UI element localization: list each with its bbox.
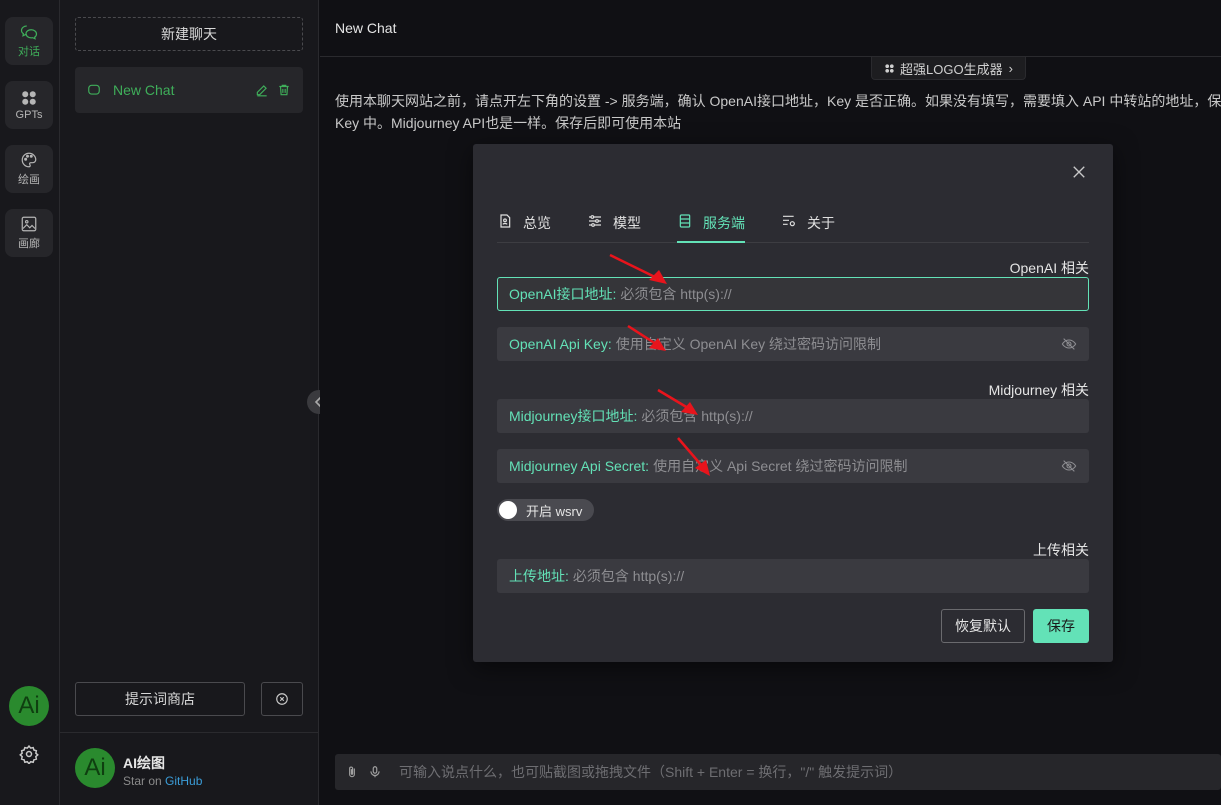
github-link[interactable]: GitHub <box>165 774 202 788</box>
eye-off-icon[interactable] <box>1061 336 1077 352</box>
close-icon[interactable] <box>1070 163 1088 181</box>
upload-url-input[interactable] <box>572 568 1077 584</box>
prompt-store-button[interactable]: 提示词商店 <box>75 682 245 716</box>
field-label: 上传地址: <box>509 568 569 584</box>
grid-icon <box>22 91 36 105</box>
tab-label: 模型 <box>613 215 641 231</box>
midjourney-section-title: Midjourney 相关 <box>988 382 1089 398</box>
grid-icon <box>885 63 894 73</box>
reset-default-button[interactable]: 恢复默认 <box>941 609 1025 643</box>
field-label: Midjourney接口地址: <box>509 408 638 424</box>
attachment-icon[interactable] <box>345 765 359 779</box>
image-icon <box>21 216 37 232</box>
user-avatar[interactable]: Ai <box>75 748 115 788</box>
tab-overview[interactable]: 总览 <box>497 210 551 243</box>
settings-tabs: 总览 模型 服务端 关于 <box>497 210 1089 243</box>
field-label: Midjourney Api Secret: <box>509 458 650 474</box>
sidebar: 新建聊天 New Chat 提示词商店 Ai AI绘图 Star on GitH… <box>60 0 351 805</box>
chat-title: New Chat <box>113 82 175 98</box>
close-circle-icon <box>276 693 288 705</box>
openai-url-input[interactable] <box>620 286 1077 302</box>
tab-about[interactable]: 关于 <box>781 210 835 243</box>
chat-input-bar <box>335 754 1221 790</box>
file-icon <box>500 214 511 228</box>
eye-off-icon[interactable] <box>1061 458 1077 474</box>
palette-icon <box>21 152 37 168</box>
notice-line: 使用本聊天网站之前，请点开左下角的设置 -> 服务端，确认 OpenAI接口地址… <box>335 93 1221 109</box>
wsrv-toggle-label: 开启 wsrv <box>526 503 583 519</box>
rail-item-label: 绘画 <box>18 174 40 186</box>
openai-key-field: OpenAI Api Key: <box>497 327 1089 361</box>
chat-bubble-icon <box>88 84 100 95</box>
openai-key-input[interactable] <box>615 336 1061 352</box>
left-rail: 对话 GPTs 绘画 画廊 Ai <box>0 0 60 805</box>
rail-item-gpts[interactable]: GPTs <box>5 81 53 129</box>
openai-url-field: OpenAI接口地址: <box>497 277 1089 311</box>
chat-input[interactable] <box>399 764 1221 780</box>
sliders-icon <box>589 215 601 227</box>
trash-icon[interactable] <box>277 83 291 97</box>
settings-modal: 总览 模型 服务端 关于 OpenAI 相关 OpenAI接口地址: OpenA… <box>473 144 1113 662</box>
page-title: New Chat <box>335 20 397 36</box>
chat-header: New Chat <box>320 0 1221 57</box>
tab-server[interactable]: 服务端 <box>677 210 745 243</box>
user-subtitle-prefix: Star on <box>123 774 162 788</box>
info-list-icon <box>783 215 795 227</box>
midjourney-secret-input[interactable] <box>653 458 1061 474</box>
notice-text: 使用本聊天网站之前，请点开左下角的设置 -> 服务端，确认 OpenAI接口地址… <box>335 90 1221 134</box>
midjourney-url-field: Midjourney接口地址: <box>497 399 1089 433</box>
rail-item-chat[interactable]: 对话 <box>5 17 53 65</box>
field-label: OpenAI Api Key: <box>509 336 612 352</box>
chat-icon <box>20 25 38 40</box>
server-icon <box>679 214 691 228</box>
toggle-knob <box>499 501 517 519</box>
rail-item-draw[interactable]: 绘画 <box>5 145 53 193</box>
rail-item-label: 对话 <box>18 46 40 58</box>
chevron-right-icon: › <box>1008 60 1013 76</box>
rail-item-label: 画廊 <box>18 238 40 250</box>
microphone-icon[interactable] <box>368 765 382 779</box>
edit-icon[interactable] <box>255 83 269 97</box>
tab-model[interactable]: 模型 <box>587 210 641 243</box>
user-subtitle: Star on GitHub <box>123 774 202 788</box>
upload-url-field: 上传地址: <box>497 559 1089 593</box>
notice-line: Key 中。Midjourney API也是一样。保存后即可使用本站 <box>335 115 682 131</box>
rail-item-label: GPTs <box>15 109 43 121</box>
tab-label: 服务端 <box>703 215 745 231</box>
user-name: AI绘图 <box>123 755 165 771</box>
openai-section-title: OpenAI 相关 <box>1009 260 1089 276</box>
field-label: OpenAI接口地址: <box>509 286 617 302</box>
divider <box>60 732 319 733</box>
tab-label: 总览 <box>523 215 551 231</box>
rail-item-gallery[interactable]: 画廊 <box>5 209 53 257</box>
new-chat-button[interactable]: 新建聊天 <box>75 17 303 51</box>
avatar[interactable]: Ai <box>9 686 49 726</box>
gear-icon[interactable] <box>19 744 39 764</box>
upload-section-title: 上传相关 <box>1033 542 1089 558</box>
tab-label: 关于 <box>807 215 835 231</box>
logo-generator-link[interactable]: 超强LOGO生成器 › <box>871 57 1026 80</box>
wsrv-toggle[interactable]: 开启 wsrv <box>497 499 595 521</box>
midjourney-url-input[interactable] <box>641 408 1077 424</box>
midjourney-secret-field: Midjourney Api Secret: <box>497 449 1089 483</box>
save-button[interactable]: 保存 <box>1033 609 1089 643</box>
clear-history-button[interactable] <box>261 682 303 716</box>
logo-generator-label: 超强LOGO生成器 <box>900 61 1003 77</box>
chat-list-item[interactable]: New Chat <box>75 67 303 113</box>
